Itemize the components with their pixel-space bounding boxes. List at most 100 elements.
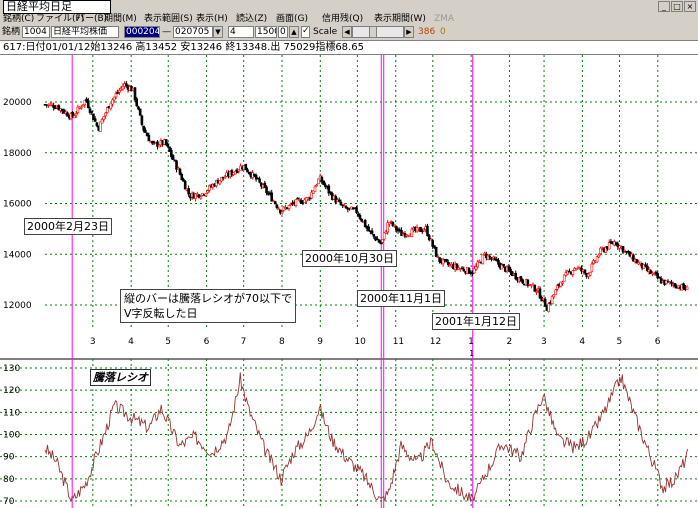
candle-body bbox=[246, 169, 249, 173]
stock-name-field[interactable]: 日経平均株価 bbox=[51, 26, 119, 38]
month-tick-label: 12 bbox=[430, 337, 441, 347]
to-date-input[interactable]: 020705 bbox=[173, 26, 213, 38]
bar-count: 386 bbox=[418, 27, 436, 37]
annotation-feb: 2000年2月23日 bbox=[24, 218, 112, 235]
candle-body bbox=[313, 186, 317, 192]
menu-range[interactable]: 表示範囲(S) bbox=[144, 14, 193, 25]
menu-screen[interactable]: 画面(G) bbox=[276, 14, 308, 25]
candle-body bbox=[171, 155, 175, 160]
candle-body bbox=[315, 184, 319, 187]
candle-body bbox=[623, 249, 627, 252]
candle-body bbox=[74, 113, 78, 116]
param3-input[interactable]: 0 bbox=[278, 26, 288, 38]
candle-body bbox=[543, 298, 547, 307]
candle-body bbox=[502, 263, 505, 267]
candle-body bbox=[109, 103, 113, 109]
candle-body bbox=[157, 144, 161, 148]
candle-body bbox=[554, 289, 557, 296]
candle-body bbox=[462, 268, 466, 272]
month-tick-label: 5 bbox=[616, 337, 622, 347]
candle-body bbox=[595, 256, 599, 263]
param1-input[interactable]: 4 bbox=[228, 26, 254, 38]
candle-body bbox=[322, 180, 325, 185]
candle-body bbox=[358, 214, 362, 219]
scroll-right-button[interactable]: ▶ bbox=[404, 26, 414, 38]
menu-display-period[interactable]: 表示期間(W) bbox=[374, 14, 426, 25]
candle-body bbox=[481, 254, 485, 265]
candle-body bbox=[568, 270, 571, 273]
menu-load[interactable]: 読込(Z) bbox=[236, 14, 267, 25]
candle-body bbox=[597, 254, 601, 258]
scroll-thumb[interactable] bbox=[369, 26, 377, 38]
candle-body bbox=[370, 230, 374, 234]
candle-body bbox=[114, 93, 118, 98]
candle-body bbox=[381, 239, 384, 243]
month-tick-label: 4 bbox=[579, 337, 585, 347]
candle-body bbox=[488, 255, 492, 258]
scroll-left-button[interactable]: ◀ bbox=[342, 26, 352, 38]
menu-margin[interactable]: 信用残(Q) bbox=[322, 14, 363, 25]
param2-input[interactable]: 1500 bbox=[255, 26, 277, 38]
price-tick-label: 14000 bbox=[3, 250, 32, 260]
candle-body bbox=[670, 281, 673, 284]
menu-view[interactable]: 表示(H) bbox=[196, 14, 228, 25]
candle-body bbox=[206, 190, 209, 193]
candle-body bbox=[50, 103, 54, 106]
month-tick-label: 6 bbox=[204, 337, 210, 347]
candle-body bbox=[561, 281, 564, 284]
minimize-button[interactable]: _ bbox=[658, 1, 670, 12]
candle-body bbox=[344, 206, 348, 209]
candle-body bbox=[296, 197, 299, 200]
candle-body bbox=[538, 288, 542, 299]
candle-body bbox=[112, 96, 116, 101]
candle-body bbox=[80, 106, 83, 109]
candle-body bbox=[429, 238, 433, 241]
candle-body bbox=[478, 260, 481, 263]
scroll-track[interactable] bbox=[352, 26, 404, 38]
candle-body bbox=[583, 269, 587, 274]
candle-body bbox=[571, 270, 575, 275]
ratio-tick-label: 80 bbox=[3, 475, 15, 485]
candle-body bbox=[294, 199, 298, 206]
month-tick-label: 7 bbox=[241, 337, 247, 347]
toolbar: 銘柄 1004 日経平均株価 000204 — 020705 ▼ 4 150 0 … bbox=[0, 25, 698, 39]
candle-body bbox=[125, 83, 128, 86]
ratio-tick-label: 120 bbox=[3, 386, 20, 396]
candle-body bbox=[223, 176, 227, 179]
menu-period[interactable]: 期間(M) bbox=[104, 14, 137, 25]
candle-body bbox=[355, 207, 358, 213]
menu-bar-type[interactable]: バー(B) bbox=[76, 14, 107, 25]
code-input[interactable]: 1004 bbox=[22, 26, 50, 38]
candle-body bbox=[95, 122, 99, 127]
menu-zma[interactable]: ZMA bbox=[434, 14, 454, 25]
candle-body bbox=[673, 283, 677, 287]
candle-body bbox=[476, 261, 479, 268]
close-button[interactable]: × bbox=[684, 1, 696, 12]
candle-body bbox=[180, 173, 184, 181]
year-tick-label: 1 bbox=[469, 349, 474, 358]
param-spinner[interactable]: ▲ bbox=[289, 26, 299, 38]
chart-area[interactable]: 1200014000160001800020000 3 4 5 6 7 8 9 10 11 12 1… bbox=[0, 55, 698, 508]
month-tick-label: 1 bbox=[468, 337, 474, 347]
candle-body bbox=[372, 234, 376, 237]
menu-meigara[interactable]: 銘柄(C) bbox=[3, 14, 34, 25]
candle-body bbox=[535, 291, 538, 293]
scale-checkbox[interactable]: ✓ bbox=[301, 26, 310, 38]
candle-body bbox=[140, 115, 144, 125]
candle-body bbox=[166, 143, 170, 147]
candle-body bbox=[118, 90, 121, 93]
candle-body bbox=[133, 87, 137, 101]
candle-body bbox=[182, 178, 185, 182]
menu-bar: 銘柄(C) ファイル(F) バー(B) 期間(M) 表示範囲(S) 表示(H) … bbox=[0, 14, 698, 25]
from-date-input[interactable]: 000204 bbox=[124, 26, 160, 38]
candle-body bbox=[52, 105, 55, 108]
candle-body bbox=[287, 205, 291, 209]
ratio-tick-label: 110 bbox=[3, 408, 20, 418]
note-line-2: V字反転した日 bbox=[124, 307, 198, 320]
candle-body bbox=[273, 201, 277, 205]
indicator-label: 騰落レシオ bbox=[90, 369, 151, 386]
maximize-button[interactable]: □ bbox=[671, 1, 683, 12]
candle-body bbox=[685, 286, 689, 291]
candle-body bbox=[258, 178, 261, 183]
to-date-dropdown[interactable]: ▼ bbox=[213, 26, 223, 38]
